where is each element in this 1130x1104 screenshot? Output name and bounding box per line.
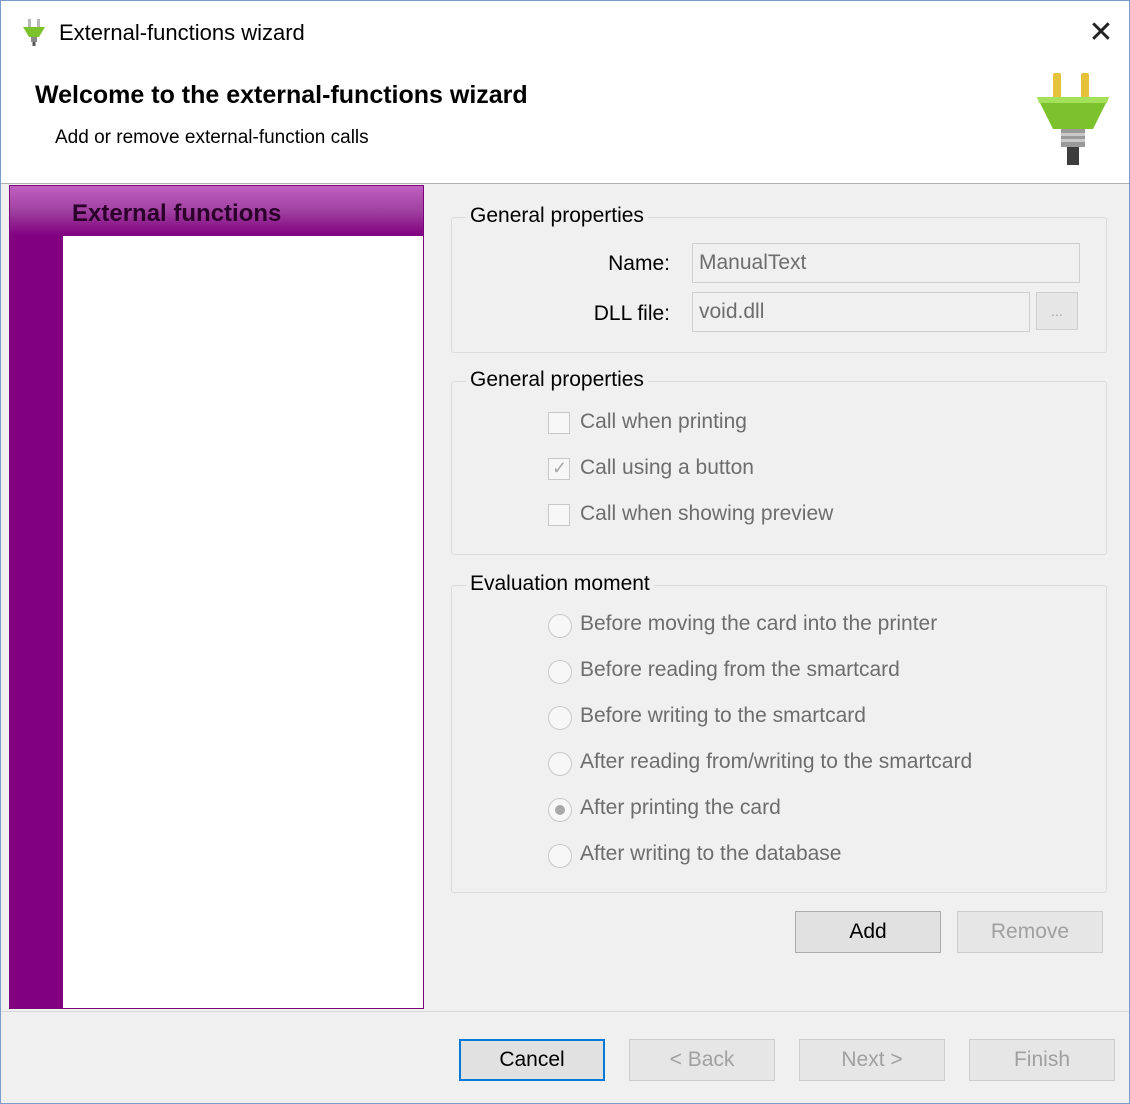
back-button[interactable]: < Back: [629, 1039, 775, 1081]
radio-button[interactable]: [548, 614, 572, 638]
external-functions-list[interactable]: External functions: [9, 185, 424, 1009]
check-icon: ✓: [552, 458, 568, 478]
call-options-group: General properties Call when printing ✓ …: [451, 368, 1107, 555]
radio-label: Before reading from the smartcard: [580, 658, 900, 681]
close-icon: ✕: [1088, 16, 1114, 49]
add-button[interactable]: Add: [795, 911, 941, 953]
list-header: External functions: [10, 186, 423, 236]
radio-button[interactable]: [548, 798, 572, 822]
window-title: External-functions wizard: [59, 20, 305, 45]
wizard-header: Welcome to the external-functions wizard…: [1, 63, 1129, 184]
title-bar: External-functions wizard ✕: [1, 1, 1129, 63]
radio-label: After reading from/writing to the smartc…: [580, 750, 973, 773]
radio-button[interactable]: [548, 660, 572, 684]
radio-button[interactable]: [548, 706, 572, 730]
radio-label: Before moving the card into the printer: [580, 612, 938, 635]
checkbox-label: Call when showing preview: [580, 502, 834, 525]
radio-label: After printing the card: [580, 796, 781, 819]
name-label: Name:: [608, 252, 670, 275]
evaluation-moment-group: Evaluation moment Before moving the card…: [451, 572, 1107, 893]
dll-file-label: DLL file:: [593, 302, 670, 325]
checkbox-box[interactable]: ✓: [548, 458, 570, 480]
checkbox-box[interactable]: [548, 412, 570, 434]
cancel-button[interactable]: Cancel: [459, 1039, 605, 1081]
list-header-label: External functions: [72, 200, 282, 227]
radio-button[interactable]: [548, 752, 572, 776]
group-title: General properties: [466, 368, 648, 392]
general-properties-group: General properties Name: ManualText DLL …: [451, 204, 1107, 353]
list-accent-stripe: [10, 186, 63, 1008]
radio-label: Before writing to the smartcard: [580, 704, 866, 727]
checkbox-label: Call when printing: [580, 410, 747, 433]
plug-icon: [23, 19, 45, 46]
dll-file-field[interactable]: void.dll: [692, 292, 1030, 332]
remove-button[interactable]: Remove: [957, 911, 1103, 953]
name-field[interactable]: ManualText: [692, 243, 1080, 283]
wizard-window: External-functions wizard ✕ Welcome to t…: [0, 0, 1130, 1104]
group-title: Evaluation moment: [466, 572, 654, 596]
next-button[interactable]: Next >: [799, 1039, 945, 1081]
group-title: General properties: [466, 204, 648, 228]
checkbox-label: Call using a button: [580, 456, 754, 479]
radio-selected-dot: [555, 805, 565, 815]
footer-divider: [1, 1011, 1129, 1012]
finish-button[interactable]: Finish: [969, 1039, 1115, 1081]
header-title: Welcome to the external-functions wizard: [35, 81, 528, 109]
plug-icon: [1037, 73, 1109, 165]
browse-button[interactable]: ...: [1036, 292, 1078, 330]
close-button[interactable]: ✕: [1079, 11, 1123, 55]
header-subtitle: Add or remove external-function calls: [55, 127, 369, 148]
radio-button[interactable]: [548, 844, 572, 868]
radio-label: After writing to the database: [580, 842, 842, 865]
checkbox-box[interactable]: [548, 504, 570, 526]
